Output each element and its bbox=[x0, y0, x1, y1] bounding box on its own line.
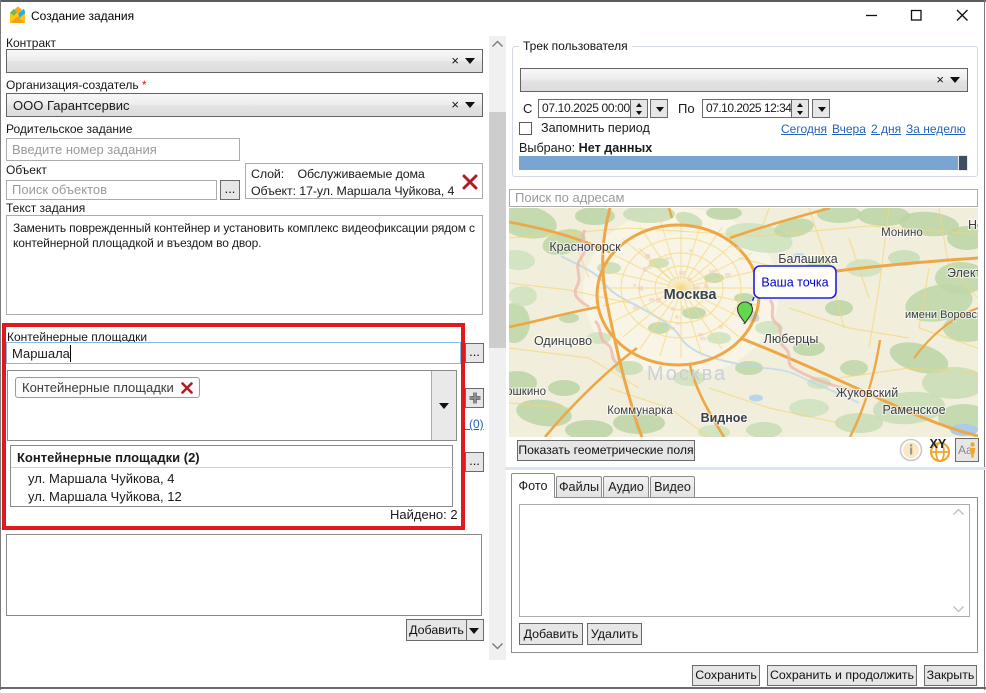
svg-text:Москва: Москва bbox=[664, 287, 718, 303]
svg-text:Видное: Видное bbox=[701, 411, 748, 425]
svg-text:Ваша точка: Ваша точка bbox=[761, 276, 828, 290]
svg-text:Раменское: Раменское bbox=[882, 403, 945, 417]
svg-text:имени Воровского: имени Воровского bbox=[905, 309, 978, 321]
svg-text:Красногорск: Красногорск bbox=[549, 240, 621, 254]
svg-text:XY: XY bbox=[930, 437, 947, 451]
svg-text:Одинцово: Одинцово bbox=[534, 334, 592, 348]
svg-text:Люберцы: Люберцы bbox=[764, 332, 819, 346]
svg-text:Москва: Москва bbox=[647, 363, 727, 385]
svg-text:Балашиха: Балашиха bbox=[778, 252, 838, 266]
svg-text:кошкино: кошкино bbox=[509, 386, 546, 398]
svg-text:Коммунарка: Коммунарка bbox=[607, 405, 673, 417]
svg-text:Жуковский: Жуковский bbox=[836, 386, 898, 400]
svg-text:Электроугли: Электроугли bbox=[947, 266, 978, 280]
svg-text:Монино: Монино bbox=[881, 227, 923, 239]
svg-text:Ногинск: Ногинск bbox=[968, 218, 978, 232]
